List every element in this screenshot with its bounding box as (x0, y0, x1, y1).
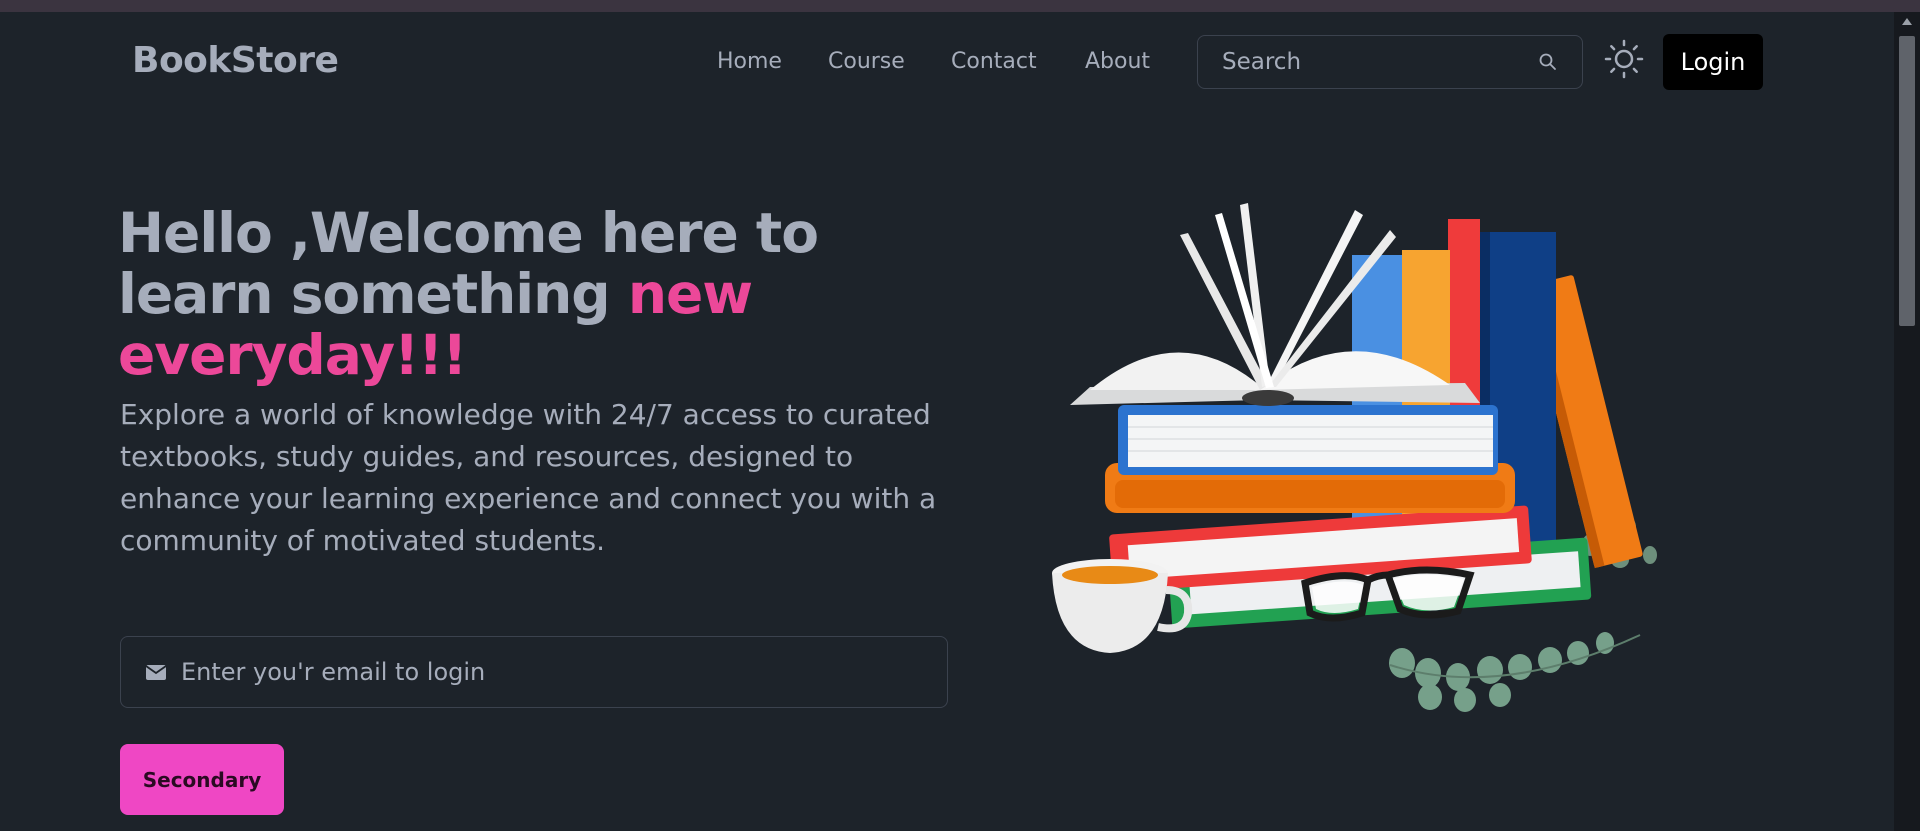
login-button[interactable]: Login (1663, 34, 1763, 90)
scrollbar-thumb[interactable] (1899, 36, 1915, 326)
search-icon[interactable] (1538, 52, 1558, 72)
search-input[interactable] (1222, 36, 1522, 88)
search-box (1197, 35, 1583, 89)
browser-top-strip (0, 0, 1920, 12)
brand-logo[interactable]: BookStore (132, 40, 339, 81)
mail-icon (146, 665, 166, 680)
email-field-container (120, 636, 948, 708)
nav-contact[interactable]: Contact (951, 49, 1037, 74)
sun-icon[interactable] (1603, 38, 1645, 80)
nav-home[interactable]: Home (717, 49, 782, 74)
hero-description: Explore a world of knowledge with 24/7 a… (120, 398, 937, 557)
scroll-up-icon[interactable] (1902, 18, 1912, 25)
nav-course[interactable]: Course (828, 49, 905, 74)
books-illustration (1052, 203, 1657, 712)
email-input[interactable] (181, 637, 921, 707)
page-scrollbar[interactable] (1894, 12, 1920, 831)
nav-about[interactable]: About (1085, 49, 1150, 74)
secondary-button[interactable]: Secondary (120, 744, 284, 815)
hero-title: Hello ,Welcome here to learn something n… (118, 203, 978, 386)
